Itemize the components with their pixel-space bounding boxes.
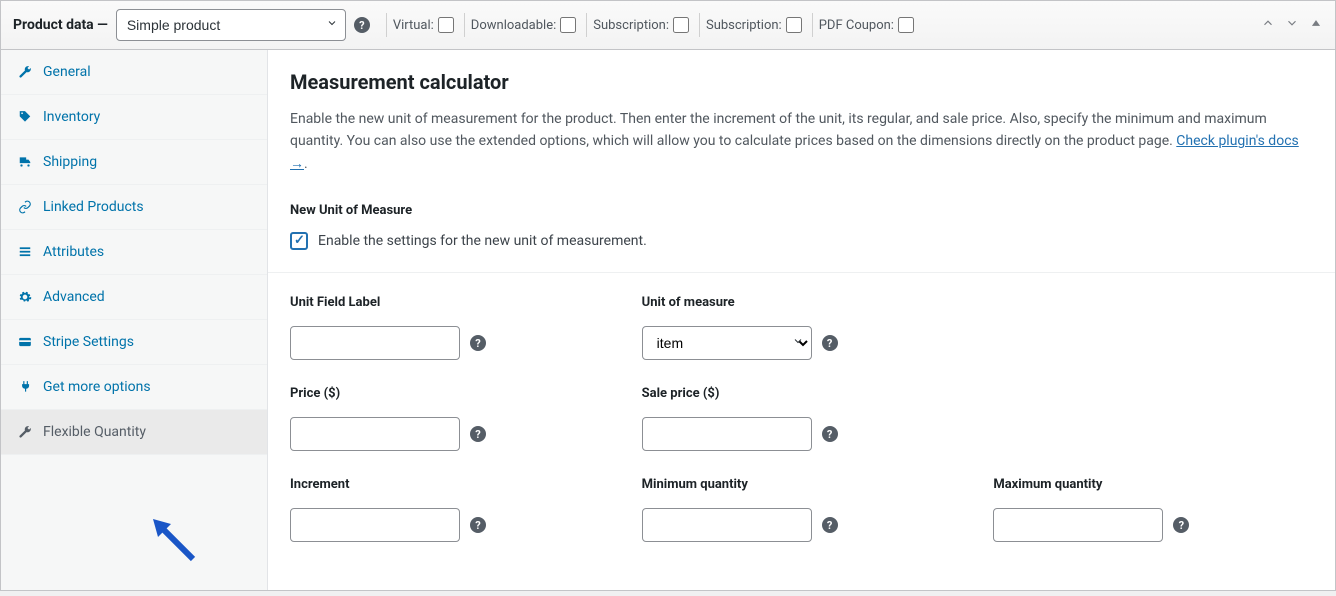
- field-price: Price ($) ?: [290, 386, 610, 451]
- subscription2-checkbox[interactable]: [786, 17, 802, 33]
- sidebar-item-linked[interactable]: Linked Products: [1, 185, 267, 230]
- content-title: Measurement calculator: [290, 70, 1313, 94]
- help-icon[interactable]: ?: [822, 517, 838, 533]
- subscription-check-label: Subscription:: [586, 13, 695, 37]
- max-qty-input[interactable]: [993, 508, 1163, 542]
- field-max-qty: Maximum quantity ?: [993, 477, 1313, 542]
- divider: [268, 272, 1335, 273]
- increment-label: Increment: [290, 477, 610, 492]
- sidebar-item-attributes[interactable]: Attributes: [1, 230, 267, 275]
- virtual-checkbox[interactable]: [438, 17, 454, 33]
- link-icon: [17, 199, 33, 215]
- field-min-qty: Minimum quantity ?: [642, 477, 962, 542]
- content-description: Enable the new unit of measurement for t…: [290, 108, 1313, 175]
- unit-of-measure-label: Unit of measure: [642, 295, 962, 310]
- sidebar-item-label: Stripe Settings: [43, 334, 134, 350]
- sidebar-item-label: Advanced: [43, 289, 105, 305]
- truck-icon: [17, 154, 33, 170]
- sidebar-item-label: General: [43, 64, 91, 80]
- header-check-group: Virtual: Downloadable: Subscription: Sub…: [386, 13, 920, 37]
- price-label: Price ($): [290, 386, 610, 401]
- sidebar-item-stripe[interactable]: Stripe Settings: [1, 320, 267, 365]
- downloadable-checkbox[interactable]: [560, 17, 576, 33]
- move-up-button[interactable]: [1261, 16, 1275, 34]
- sidebar-item-flexible-quantity[interactable]: Flexible Quantity: [1, 410, 267, 455]
- help-icon[interactable]: ?: [354, 17, 370, 33]
- unit-field-label-input[interactable]: [290, 326, 460, 360]
- wrench-icon: [17, 424, 33, 440]
- tag-icon: [17, 109, 33, 125]
- pdfcoupon-check-label: PDF Coupon:: [812, 13, 920, 37]
- move-down-button[interactable]: [1285, 16, 1299, 34]
- sidebar-item-general[interactable]: General: [1, 50, 267, 95]
- max-qty-label: Maximum quantity: [993, 477, 1313, 492]
- increment-input[interactable]: [290, 508, 460, 542]
- sidebar-item-advanced[interactable]: Advanced: [1, 275, 267, 320]
- sidebar-item-label: Flexible Quantity: [43, 424, 146, 440]
- sidebar-item-inventory[interactable]: Inventory: [1, 95, 267, 140]
- wrench-icon: [17, 64, 33, 80]
- sidebar-item-label: Inventory: [43, 109, 100, 125]
- help-icon[interactable]: ?: [470, 426, 486, 442]
- collapse-button[interactable]: [1309, 16, 1323, 34]
- min-qty-input[interactable]: [642, 508, 812, 542]
- help-icon[interactable]: ?: [822, 335, 838, 351]
- sidebar-item-label: Shipping: [43, 154, 97, 170]
- gear-icon: [17, 289, 33, 305]
- price-input[interactable]: [290, 417, 460, 451]
- content-panel: Measurement calculator Enable the new un…: [268, 50, 1335, 590]
- sale-price-label: Sale price ($): [642, 386, 962, 401]
- unit-of-measure-select[interactable]: item: [642, 326, 812, 360]
- card-icon: [17, 334, 33, 350]
- sidebar-item-getmore[interactable]: Get more options: [1, 365, 267, 410]
- sidebar-item-label: Linked Products: [43, 199, 144, 215]
- help-icon[interactable]: ?: [470, 517, 486, 533]
- subscription-checkbox[interactable]: [673, 17, 689, 33]
- sidebar-item-label: Get more options: [43, 379, 151, 395]
- panel-header: Product data — Simple product ? Virtual:…: [1, 1, 1335, 50]
- min-qty-label: Minimum quantity: [642, 477, 962, 492]
- plug-icon: [17, 379, 33, 395]
- subscription2-check-label: Subscription:: [699, 13, 808, 37]
- sale-price-input[interactable]: [642, 417, 812, 451]
- field-increment: Increment ?: [290, 477, 610, 542]
- help-icon[interactable]: ?: [1173, 517, 1189, 533]
- sidebar-item-shipping[interactable]: Shipping: [1, 140, 267, 185]
- sidebar-item-label: Attributes: [43, 244, 104, 260]
- field-unit-of-measure: Unit of measure item ?: [642, 295, 962, 360]
- list-icon: [17, 244, 33, 260]
- help-icon[interactable]: ?: [822, 426, 838, 442]
- downloadable-check-label: Downloadable:: [464, 13, 582, 37]
- pdfcoupon-checkbox[interactable]: [898, 17, 914, 33]
- panel-title: Product data —: [13, 17, 108, 33]
- help-icon[interactable]: ?: [470, 335, 486, 351]
- unit-field-label-label: Unit Field Label: [290, 295, 610, 310]
- product-tabs-sidebar: General Inventory Shipping Linked Produc…: [1, 50, 268, 590]
- field-sale-price: Sale price ($) ?: [642, 386, 962, 451]
- product-type-select[interactable]: Simple product: [116, 9, 346, 41]
- enable-unit-label: Enable the settings for the new unit of …: [318, 233, 647, 249]
- virtual-check-label: Virtual:: [386, 13, 460, 37]
- section-label: New Unit of Measure: [290, 203, 1313, 218]
- field-unit-label: Unit Field Label ?: [290, 295, 610, 360]
- enable-unit-checkbox[interactable]: [290, 232, 308, 250]
